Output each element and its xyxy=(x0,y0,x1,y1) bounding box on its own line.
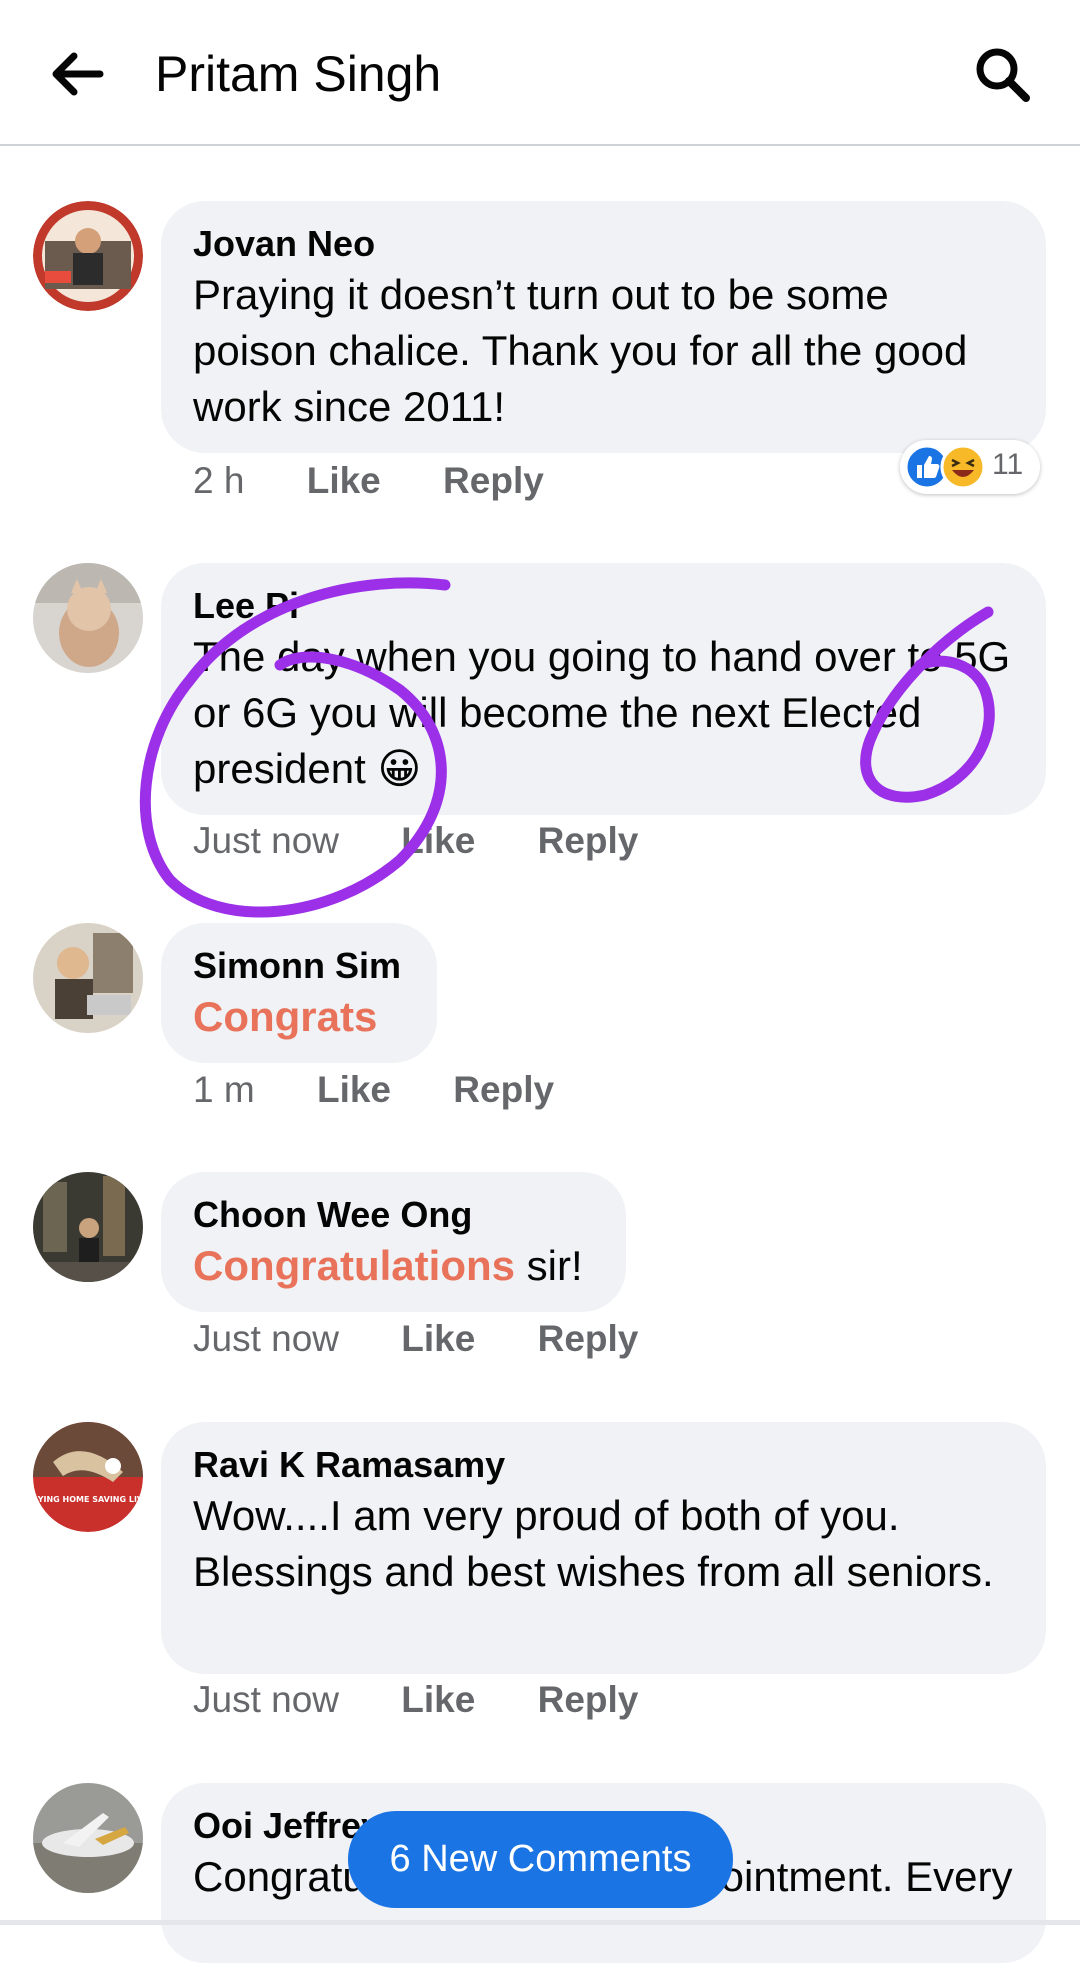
avatar[interactable] xyxy=(33,923,143,1033)
like-button[interactable]: Like xyxy=(307,460,381,502)
comment-bubble: Lee Pi The day when you going to hand ov… xyxy=(161,563,1046,815)
like-button[interactable]: Like xyxy=(401,1318,475,1360)
comment-actions: Just now Like Reply xyxy=(193,1318,638,1360)
grinning-emoji: 😀 xyxy=(377,745,422,792)
search-icon xyxy=(976,48,1030,102)
reply-button[interactable]: Reply xyxy=(538,1679,639,1721)
reply-button[interactable]: Reply xyxy=(538,1318,639,1360)
comment-actions: 2 h Like Reply xyxy=(193,460,544,502)
comment-time[interactable]: Just now xyxy=(193,1679,339,1721)
avatar-caption: STAYING HOME SAVING LIVES xyxy=(33,1495,143,1504)
comment-actions: Just now Like Reply xyxy=(193,1679,638,1721)
comment-author[interactable]: Lee Pi xyxy=(193,583,1014,629)
new-comments-button[interactable]: 6 New Comments xyxy=(348,1811,733,1908)
reaction-count: 11 xyxy=(992,448,1024,481)
comment-bubble: Jovan Neo Praying it doesn’t turn out to… xyxy=(161,201,1046,453)
comment-time[interactable]: Just now xyxy=(193,1318,339,1360)
reply-button[interactable]: Reply xyxy=(453,1069,554,1111)
reply-button[interactable]: Reply xyxy=(538,820,639,862)
comment-author[interactable]: Ravi K Ramasamy xyxy=(193,1442,1014,1488)
comment-bubble: Choon Wee Ong Congratulations sir! xyxy=(161,1172,626,1312)
comment-text: Praying it doesn’t turn out to be some p… xyxy=(193,271,968,430)
haha-icon xyxy=(940,444,986,490)
comment-text: Congrats xyxy=(193,993,378,1040)
arrow-left-icon xyxy=(52,52,104,96)
avatar[interactable] xyxy=(33,1172,143,1282)
comment-time[interactable]: Just now xyxy=(193,820,339,862)
comment-author[interactable]: Simonn Sim xyxy=(193,943,405,989)
avatar[interactable] xyxy=(33,201,143,311)
like-button[interactable]: Like xyxy=(401,820,475,862)
top-bar: Pritam Singh xyxy=(0,0,1080,146)
back-button[interactable] xyxy=(44,42,108,106)
search-button[interactable] xyxy=(970,42,1034,106)
comment-time[interactable]: 2 h xyxy=(193,460,244,502)
avatar[interactable]: STAYING HOME SAVING LIVES xyxy=(33,1422,143,1532)
comment-text: Congratulations sir! xyxy=(193,1242,583,1289)
reaction-summary[interactable]: 11 xyxy=(900,440,1040,494)
bottom-divider xyxy=(0,1920,1080,1925)
page-title: Pritam Singh xyxy=(155,46,442,102)
comment-actions: 1 m Like Reply xyxy=(193,1069,554,1111)
comment-actions: Just now Like Reply xyxy=(193,820,638,862)
reply-button[interactable]: Reply xyxy=(443,460,544,502)
like-button[interactable]: Like xyxy=(317,1069,391,1111)
comment-text: The day when you going to hand over to 5… xyxy=(193,633,1011,792)
comment-author[interactable]: Choon Wee Ong xyxy=(193,1192,594,1238)
comment-bubble: Ravi K Ramasamy Wow....I am very proud o… xyxy=(161,1422,1046,1674)
comment-bubble: Simonn Sim Congrats xyxy=(161,923,437,1063)
comment-time[interactable]: 1 m xyxy=(193,1069,255,1111)
comment-author[interactable]: Jovan Neo xyxy=(193,221,1014,267)
avatar[interactable] xyxy=(33,1783,143,1893)
comment-text: Wow....I am very proud of both of you. B… xyxy=(193,1492,994,1595)
like-button[interactable]: Like xyxy=(401,1679,475,1721)
avatar[interactable] xyxy=(33,563,143,673)
